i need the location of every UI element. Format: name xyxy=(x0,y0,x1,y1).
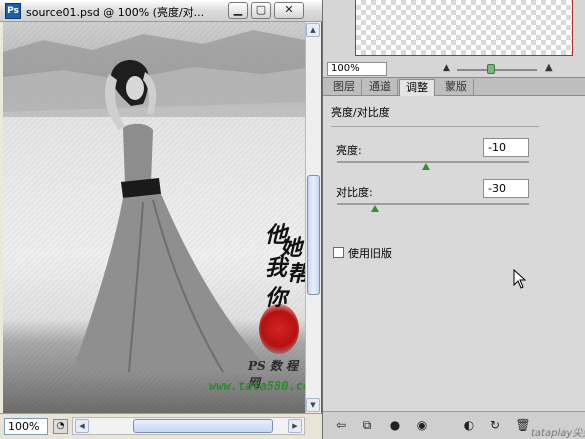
panel-tab-bar: 图层 通道 调整 蒙版 xyxy=(323,77,585,96)
brightness-slider-handle[interactable] xyxy=(422,163,430,170)
navigator-preview[interactable] xyxy=(355,0,573,56)
scroll-left-arrow-icon[interactable]: ◀ xyxy=(75,419,89,433)
reset-icon[interactable]: ↻ xyxy=(487,417,503,433)
document-window: Ps source01.psd @ 100% (亮度/对... ▁ ▢ ✕ 他 xyxy=(0,0,322,439)
zoom-field[interactable]: 100% xyxy=(4,418,48,435)
calligraphy-char: 帮 xyxy=(287,256,305,288)
calligraphy-char: 你 xyxy=(265,285,288,311)
brightness-label: 亮度: xyxy=(336,144,362,157)
tab-layers[interactable]: 图层 xyxy=(327,79,362,96)
vertical-scroll-thumb[interactable] xyxy=(307,175,320,295)
minimize-button[interactable]: ▁ xyxy=(228,2,248,19)
trash-icon[interactable]: 🗑 xyxy=(515,417,531,433)
tab-channels[interactable]: 通道 xyxy=(363,79,398,96)
adjustment-title: 亮度/对比度 xyxy=(331,106,390,119)
contrast-slider[interactable] xyxy=(337,203,529,205)
footer-watermark: tataplay尖尖 xyxy=(531,428,585,439)
tab-adjustments[interactable]: 调整 xyxy=(399,79,435,96)
status-bar: 100% ◔ ◀ ▶ xyxy=(0,413,322,439)
back-arrow-icon[interactable]: ⇦ xyxy=(333,417,349,433)
right-panel: 100% ▲ ▲ 图层 通道 调整 蒙版 亮度/对比度 亮度: -10 对比度:… xyxy=(323,0,585,439)
contrast-label: 对比度: xyxy=(336,186,373,199)
maximize-button[interactable]: ▢ xyxy=(251,2,271,19)
use-legacy-checkbox[interactable] xyxy=(333,247,344,258)
use-legacy-label[interactable]: 使用旧版 xyxy=(348,245,392,261)
image-canvas[interactable]: 他 她 我 帮 你 PS 数 程 网 www.tata580.com xyxy=(3,22,305,413)
brightness-slider[interactable] xyxy=(337,161,529,163)
document-title: source01.psd @ 100% (亮度/对... xyxy=(26,6,205,19)
view-previous-icon[interactable]: ◐ xyxy=(461,417,477,433)
divider xyxy=(331,126,539,127)
close-button[interactable]: ✕ xyxy=(274,2,304,19)
zoom-out-icon[interactable]: ▲ xyxy=(443,63,450,73)
calligraphy-char: 我 xyxy=(265,255,288,281)
mouse-cursor-icon xyxy=(513,269,527,289)
document-titlebar[interactable]: Ps source01.psd @ 100% (亮度/对... ▁ ▢ ✕ xyxy=(0,0,322,22)
contrast-slider-handle[interactable] xyxy=(371,205,379,212)
scroll-down-arrow-icon[interactable]: ▼ xyxy=(306,398,320,412)
navigator-zoom-field[interactable]: 100% xyxy=(327,62,387,76)
scroll-up-arrow-icon[interactable]: ▲ xyxy=(306,23,320,37)
brightness-input[interactable]: -10 xyxy=(483,138,529,157)
contrast-input[interactable]: -30 xyxy=(483,179,529,198)
navigator-zoom-slider[interactable] xyxy=(457,69,537,71)
scroll-right-arrow-icon[interactable]: ▶ xyxy=(288,419,302,433)
horizontal-scrollbar[interactable]: ◀ ▶ xyxy=(72,417,305,435)
horizontal-scroll-thumb[interactable] xyxy=(133,419,273,433)
navigator-zoom-thumb[interactable] xyxy=(486,64,495,74)
panel-footer: ⇦ ⧉ ● ◉ ◐ ↻ 🗑 tataplay尖尖 xyxy=(323,411,585,439)
zoom-in-icon[interactable]: ▲ xyxy=(545,62,553,73)
mask-icon[interactable]: ● xyxy=(387,417,403,433)
visibility-eye-icon[interactable]: ◉ xyxy=(414,417,430,433)
url-watermark: www.tata580.com xyxy=(209,379,305,393)
tab-masks[interactable]: 蒙版 xyxy=(439,79,474,96)
clip-layer-icon[interactable]: ⧉ xyxy=(359,417,375,433)
photoshop-icon: Ps xyxy=(5,3,21,19)
status-info-icon[interactable]: ◔ xyxy=(53,419,68,434)
woman-figure xyxy=(73,59,273,374)
adjustments-panel: 亮度/对比度 亮度: -10 对比度: -30 使用旧版 xyxy=(323,97,585,411)
